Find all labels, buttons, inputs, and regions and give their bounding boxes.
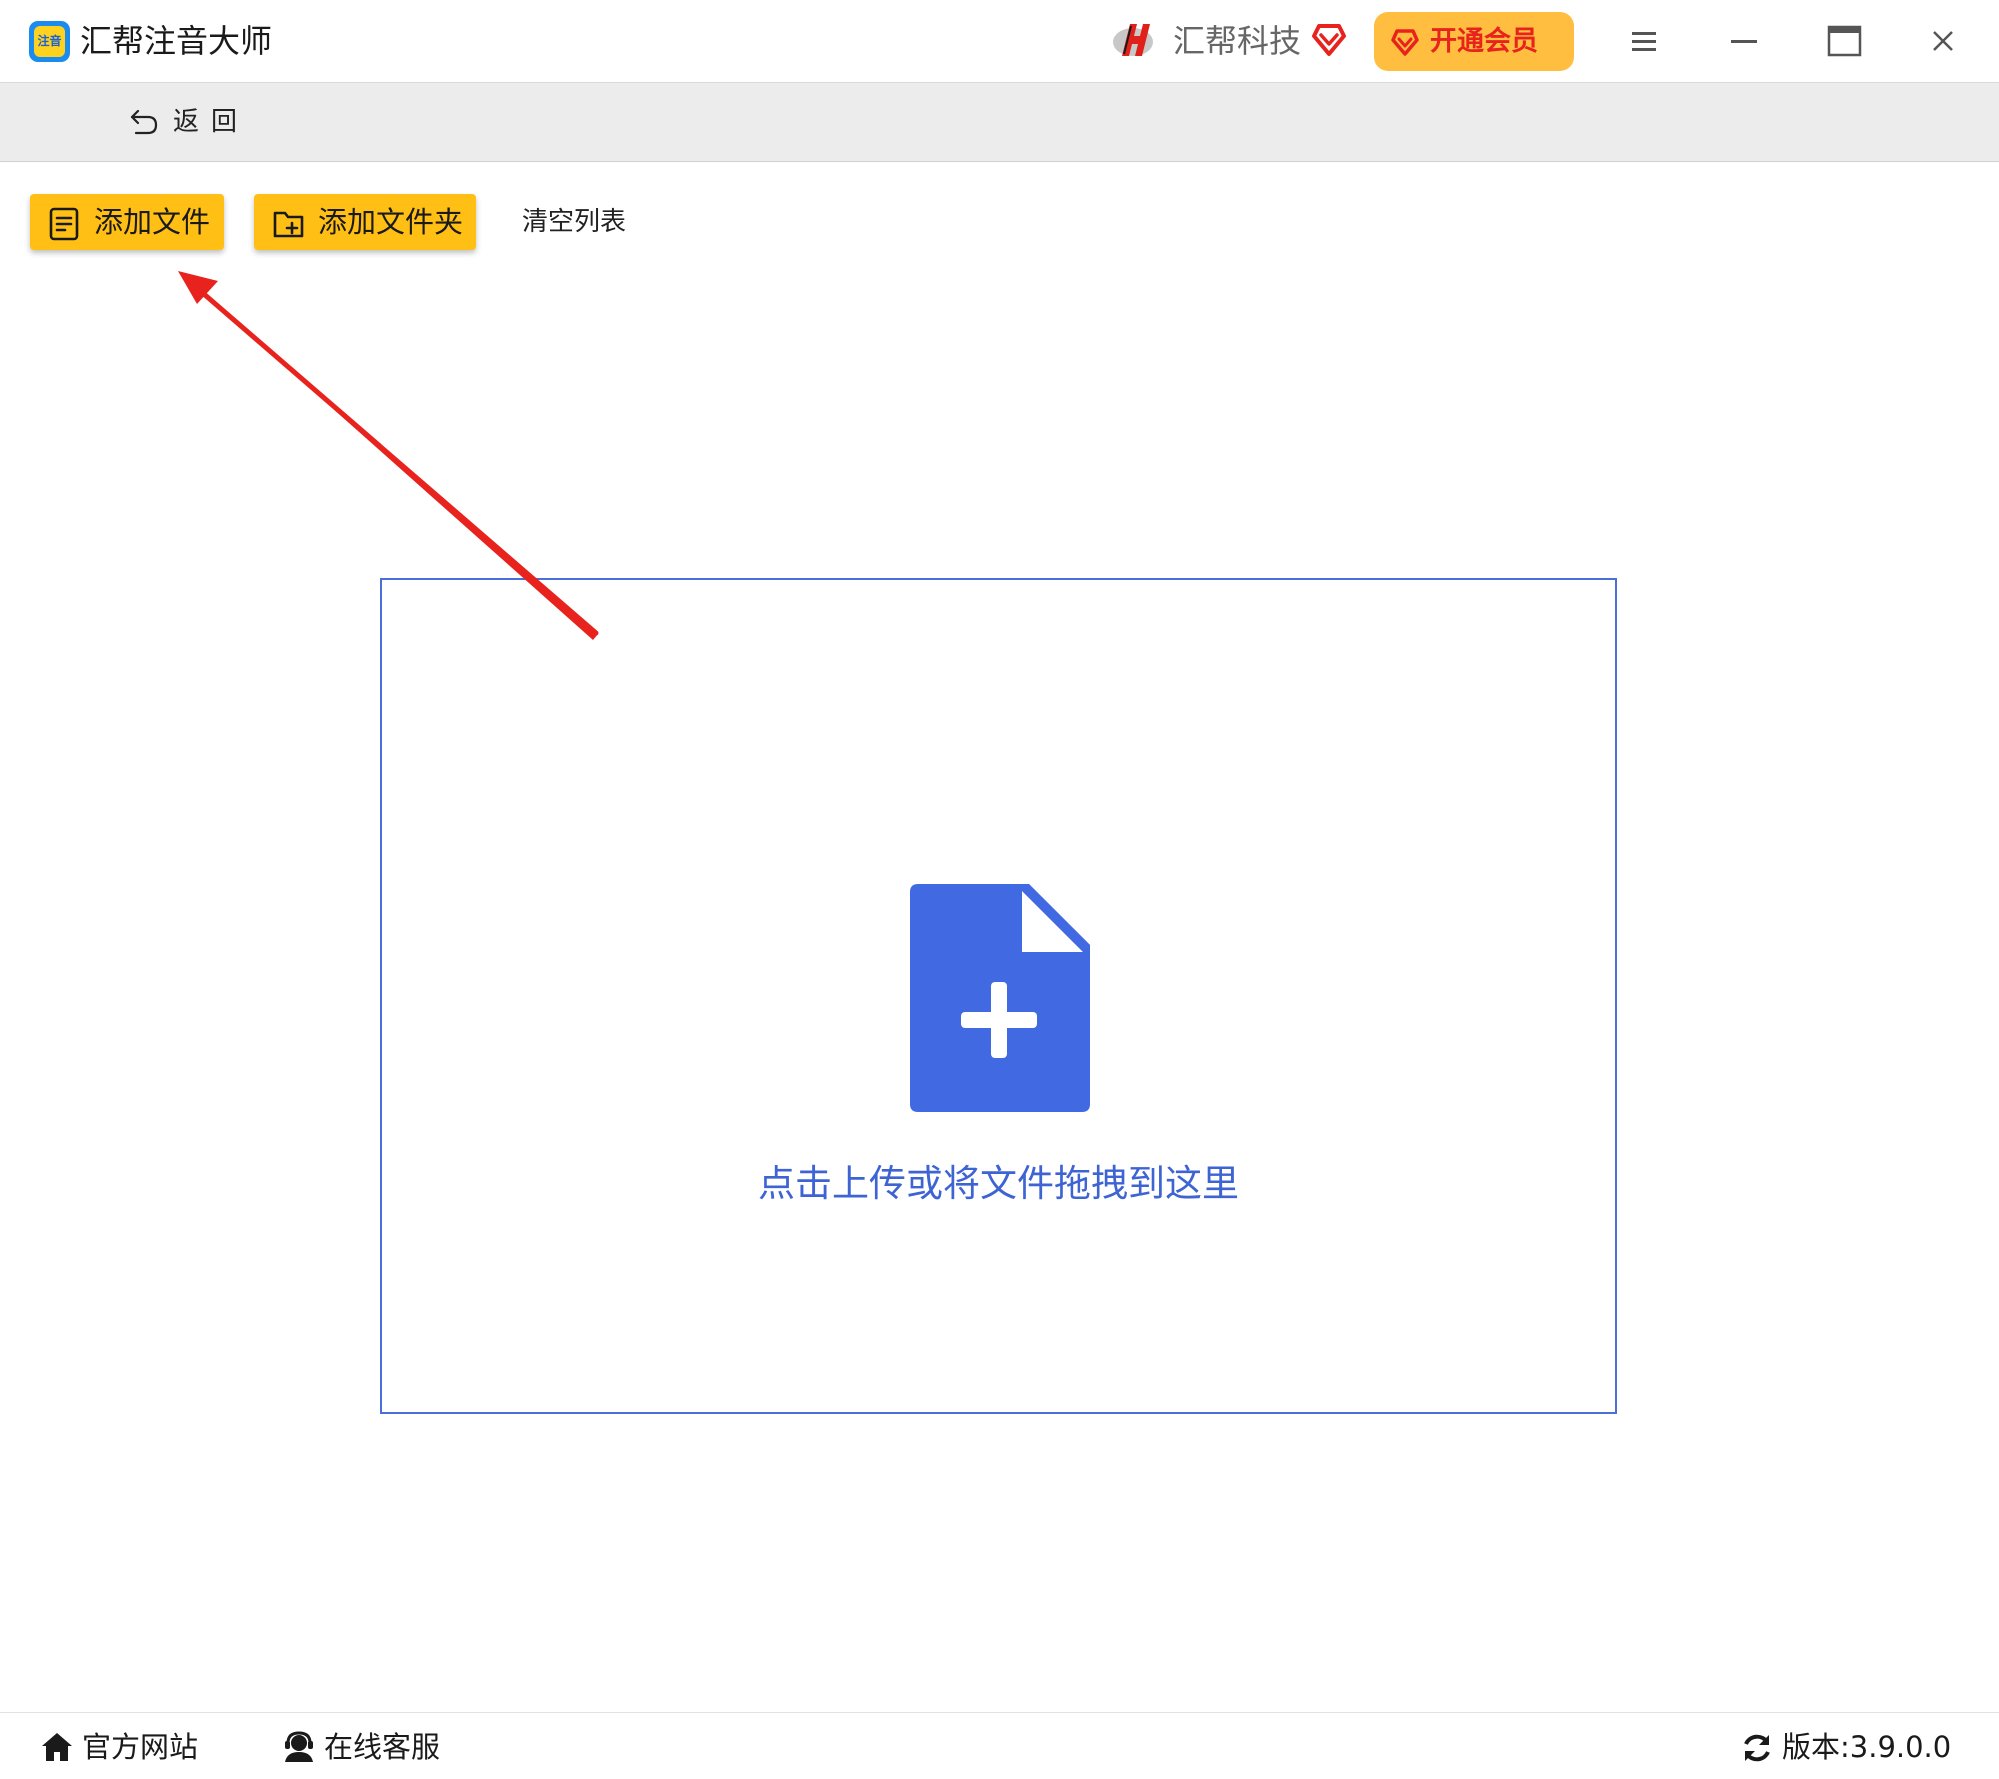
file-list-icon [49, 207, 79, 241]
app-logo-text: 注音 [34, 26, 65, 57]
app-window: 注音 汇帮注音大师 汇帮科技 开通会员 返回 添加文件 添加文件夹 清空列表 点… [0, 0, 1999, 1779]
close-icon[interactable] [1918, 16, 1968, 66]
add-file-label: 添加文件 [94, 205, 211, 239]
folder-add-icon [273, 211, 304, 238]
file-plus-icon [910, 884, 1090, 1112]
app-title: 汇帮注音大师 [80, 22, 273, 60]
vip-button-label: 开通会员 [1430, 26, 1538, 57]
back-button-label: 返回 [173, 107, 250, 137]
status-bar: 官方网站 在线客服 版本:3.9.0.0 [0, 1712, 1999, 1779]
title-bar: 注音 汇帮注音大师 汇帮科技 开通会员 [0, 0, 1999, 82]
diamond-heart-icon[interactable] [1310, 20, 1348, 58]
back-bar: 返回 [0, 82, 1999, 162]
hamburger-menu-icon[interactable] [1619, 16, 1669, 66]
headset-user-icon [285, 1731, 313, 1762]
maximize-icon[interactable] [1819, 16, 1869, 66]
refresh-icon [1744, 1734, 1770, 1762]
file-drop-zone[interactable]: 点击上传或将文件拖拽到这里 [380, 578, 1617, 1414]
app-logo-icon: 注音 [29, 21, 70, 62]
official-website-label: 官方网站 [82, 1730, 199, 1764]
drop-zone-prompt: 点击上传或将文件拖拽到这里 [758, 1162, 1239, 1205]
version-label: 版本:3.9.0.0 [1782, 1730, 1952, 1764]
home-icon [42, 1733, 72, 1761]
diamond-heart-icon [1391, 29, 1419, 56]
clear-list-button[interactable]: 清空列表 [522, 200, 626, 244]
online-support-label: 在线客服 [324, 1730, 441, 1764]
huibang-logo-icon [1113, 24, 1153, 56]
brand-name: 汇帮科技 [1173, 22, 1302, 60]
minimize-icon[interactable] [1719, 16, 1769, 66]
back-arrow-icon [130, 109, 158, 135]
add-folder-label: 添加文件夹 [318, 205, 464, 239]
vip-button[interactable]: 开通会员 [1374, 12, 1574, 71]
add-file-button[interactable]: 添加文件 [30, 194, 224, 250]
add-folder-button[interactable]: 添加文件夹 [254, 194, 476, 250]
